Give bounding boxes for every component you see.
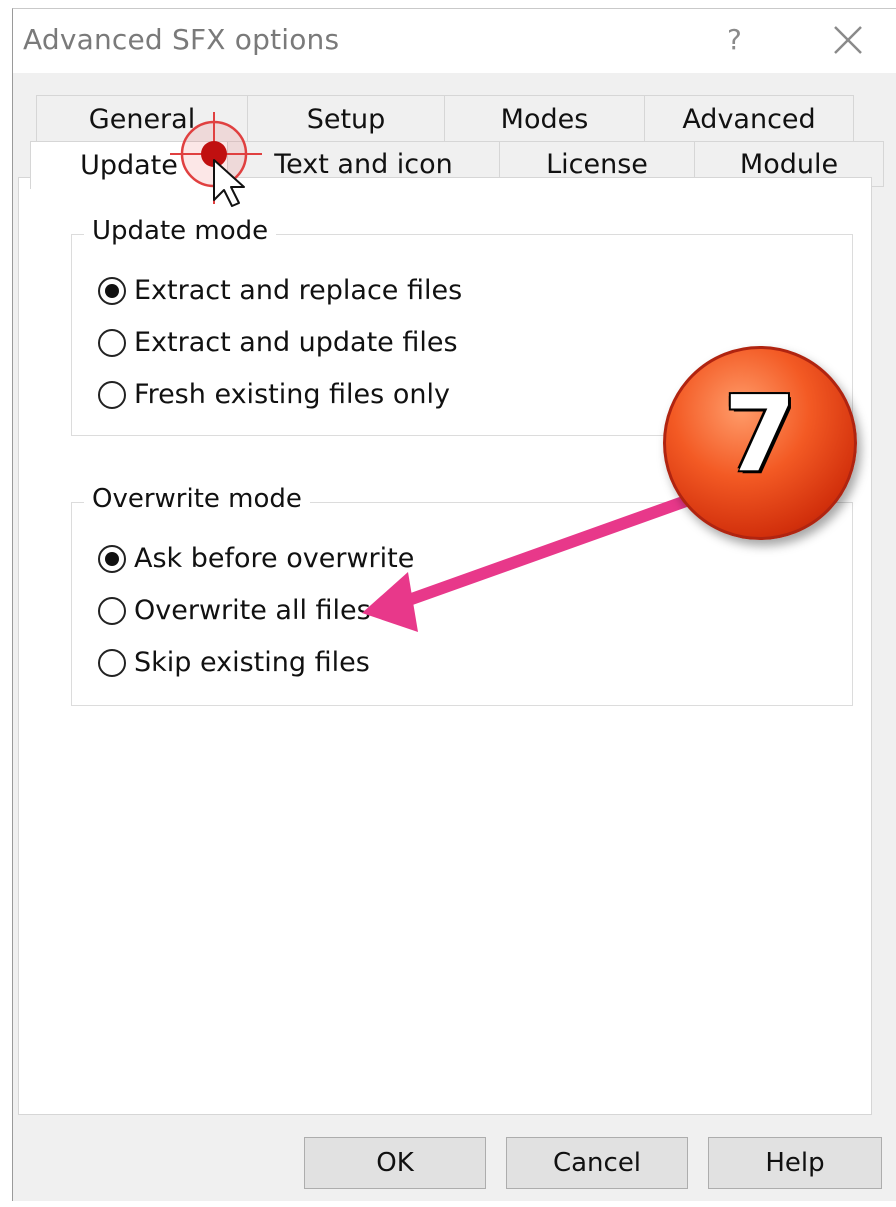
radio-label: Extract and replace files: [134, 275, 463, 306]
radio-fresh-existing-only[interactable]: Fresh existing files only: [98, 379, 450, 410]
radio-button[interactable]: [98, 596, 126, 625]
radio-label: Extract and update files: [134, 327, 458, 358]
update-mode-label: Update mode: [84, 216, 277, 246]
window-title: Advanced SFX options: [23, 23, 340, 56]
radio-label: Fresh existing files only: [134, 379, 450, 410]
radio-ask-before-overwrite[interactable]: Ask before overwrite: [98, 543, 414, 574]
cancel-button[interactable]: Cancel: [506, 1137, 688, 1189]
radio-extract-and-update[interactable]: Extract and update files: [98, 327, 458, 358]
tab-setup[interactable]: Setup: [247, 95, 445, 143]
radio-button-checked[interactable]: [98, 276, 126, 305]
radio-button-checked[interactable]: [98, 544, 126, 573]
radio-label: Skip existing files: [134, 647, 370, 678]
tab-advanced[interactable]: Advanced: [644, 95, 854, 143]
radio-extract-and-replace[interactable]: Extract and replace files: [98, 275, 462, 306]
close-icon[interactable]: [831, 23, 865, 57]
radio-button[interactable]: [98, 380, 126, 409]
click-target-icon: [170, 112, 262, 207]
help-button[interactable]: Help: [708, 1137, 882, 1189]
radio-label: Ask before overwrite: [134, 543, 415, 574]
radio-label: Overwrite all files: [134, 595, 371, 626]
radio-overwrite-all-files[interactable]: Overwrite all files: [98, 595, 371, 626]
update-tab-panel: Update mode Extract and replace files Ex…: [18, 177, 872, 1115]
radio-button[interactable]: [98, 328, 126, 357]
help-title-button[interactable]: ?: [727, 23, 742, 56]
step-number: 7: [723, 373, 797, 495]
step-number-badge: 7: [663, 346, 857, 540]
overwrite-mode-label: Overwrite mode: [84, 484, 310, 514]
title-bar: Advanced SFX options ?: [13, 9, 896, 73]
tab-modes[interactable]: Modes: [444, 95, 645, 143]
radio-skip-existing-files[interactable]: Skip existing files: [98, 647, 370, 678]
ok-button[interactable]: OK: [304, 1137, 486, 1189]
radio-button[interactable]: [98, 648, 126, 677]
